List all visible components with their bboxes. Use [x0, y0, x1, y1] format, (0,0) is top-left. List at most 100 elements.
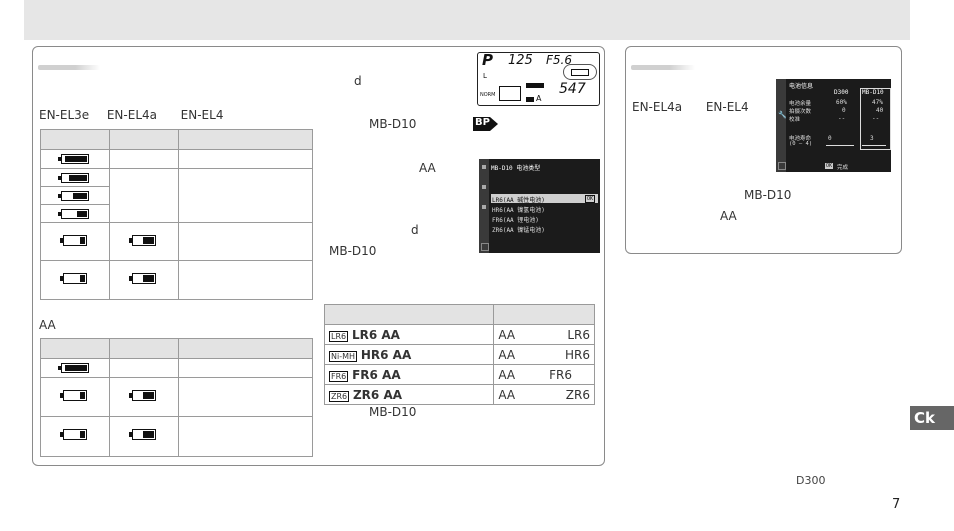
type-value: ZR6 — [565, 387, 590, 402]
battery-warning-icon — [128, 390, 156, 401]
battery-warning-icon — [128, 429, 156, 440]
battery-medium-icon — [58, 191, 89, 201]
type-value: LR6 — [567, 327, 590, 342]
type-name: HR6 AA — [360, 347, 412, 362]
type-code-icon: LR6 — [329, 330, 349, 342]
text-mbd10-bottom: MB-D10 — [369, 405, 417, 419]
footer-model: D300 — [796, 474, 826, 487]
section-tab-ck: Ck — [910, 406, 954, 430]
aa-heading: AA — [39, 318, 56, 332]
table-header-row — [323, 304, 595, 325]
bp-label: BP — [473, 116, 499, 131]
battery-warning-icon — [128, 273, 156, 284]
type-desc: AA — [498, 327, 516, 342]
menu-item-hr6[interactable]: HR6(AA 镍氢电池) — [492, 205, 545, 214]
battery-very-low-icon — [60, 273, 87, 284]
page-number: 7 — [892, 497, 901, 512]
battery-full-icon — [58, 154, 89, 164]
help-icon — [778, 162, 786, 170]
screen-life-v2: 3 — [870, 135, 874, 142]
aa-level-table — [40, 338, 314, 457]
top-band — [24, 0, 910, 40]
text-mbd10-top: MB-D10 — [369, 117, 417, 131]
screen-title: 电池信息 — [789, 83, 814, 90]
table-row: FR6 FR6 AA AA FR6 — [323, 364, 595, 385]
table-row — [40, 222, 314, 261]
battery-info-screen: 🔧 电池信息 D300 MB-D10 电池余量 60% 47% 拍摄次数 0 4… — [776, 79, 891, 172]
menu-item-fr6[interactable]: FR6(AA 锂电池) — [492, 215, 539, 224]
right-model-2: EN-EL4 — [705, 100, 749, 114]
menu-ok-key: OK — [585, 195, 596, 203]
screen-life-range: (0 – 4) — [789, 141, 813, 147]
lcd-norm: NORM — [480, 92, 496, 98]
menu-item-zr6[interactable]: ZR6(AA 镍锰电池) — [492, 225, 545, 234]
screen-row-v2: -- — [872, 115, 880, 122]
type-code-icon: ZR6 — [329, 390, 350, 402]
type-name: LR6 AA — [351, 327, 400, 342]
battery-low-icon — [58, 209, 89, 219]
menu-side-tabs — [776, 79, 786, 172]
screen-col-d300: D300 — [834, 89, 849, 96]
battery-full-icon — [58, 363, 89, 373]
lcd-indicator-icon — [526, 97, 534, 102]
ok-key-icon: OK — [825, 163, 834, 169]
screen-row-v2: 47% — [872, 99, 883, 106]
battery-high-icon — [58, 173, 89, 183]
table-row: ZR6 ZR6 AA AA ZR6 — [323, 384, 595, 405]
liion-model-2: EN-EL4a — [106, 108, 157, 122]
menu-tab-icon — [482, 205, 486, 209]
table-row — [40, 149, 314, 169]
liion-level-table — [40, 129, 314, 300]
type-value: FR6 — [549, 367, 572, 382]
lcd-count: 547 — [559, 81, 586, 97]
type-desc: AA — [498, 367, 516, 382]
screen-row-v1: -- — [838, 115, 846, 122]
screen-row-v1: 0 — [842, 107, 846, 114]
lcd-panel-illustration: P 125 F5.6 L NORM A 547 — [477, 51, 600, 106]
screen-col-mbd10: MB-D10 — [862, 89, 884, 96]
lcd-k: A — [536, 94, 542, 103]
lcd-mode: P — [482, 51, 493, 69]
screen-row-label: 拍摄次数 — [789, 109, 812, 115]
type-name: FR6 AA — [352, 367, 401, 382]
battery-very-low-icon — [60, 429, 87, 440]
screen-row-label: 校准 — [789, 117, 801, 123]
wrench-icon: 🔧 — [778, 111, 787, 119]
menu-tab-icon — [482, 165, 486, 169]
type-code-icon: FR6 — [329, 370, 349, 382]
type-desc: AA — [498, 347, 516, 362]
lcd-l: L — [483, 72, 487, 80]
table-header-row — [40, 129, 314, 150]
table-row — [40, 260, 314, 300]
table-header-row — [40, 338, 314, 359]
text-d-lower: d — [411, 223, 419, 237]
battery-very-low-icon — [60, 390, 87, 401]
menu-tab-icon — [482, 185, 486, 189]
table-row — [40, 358, 314, 378]
table-row — [40, 168, 314, 223]
lcd-battery-icon — [571, 69, 589, 76]
menu-title: MB-D10 电池类型 — [491, 165, 541, 172]
life-scale-d300 — [826, 145, 854, 146]
right-text-aa: AA — [720, 209, 737, 223]
type-name: ZR6 AA — [352, 387, 403, 402]
lcd-indicator-icon — [526, 83, 544, 88]
aa-type-table: LR6 LR6 AA AA LR6 Ni-MH HR6 AA AA HR6 FR6 … — [323, 304, 595, 405]
menu-item-lr6[interactable]: LR6(AA 碱性电池) — [492, 195, 545, 204]
table-row: Ni-MH HR6 AA AA HR6 — [323, 344, 595, 365]
lcd-metering-icon — [499, 86, 521, 101]
lcd-shutter: 125 — [508, 53, 533, 68]
screen-ok-text: 完成 — [837, 165, 849, 171]
right-panel-header-bar — [631, 65, 695, 70]
help-icon — [481, 243, 489, 251]
table-row — [40, 377, 314, 417]
table-row — [40, 416, 314, 457]
text-d: d — [354, 74, 362, 88]
battery-very-low-icon — [60, 235, 87, 246]
screen-life-v1: 0 — [828, 135, 832, 142]
bp-label-text: BP — [475, 117, 490, 128]
battery-warning-icon — [128, 235, 156, 246]
liion-heading: EN-EL3e EN-EL4a EN-EL4 — [39, 108, 223, 122]
screen-row-label: 电池余量 — [789, 101, 812, 107]
left-panel-header-bar — [38, 65, 100, 70]
